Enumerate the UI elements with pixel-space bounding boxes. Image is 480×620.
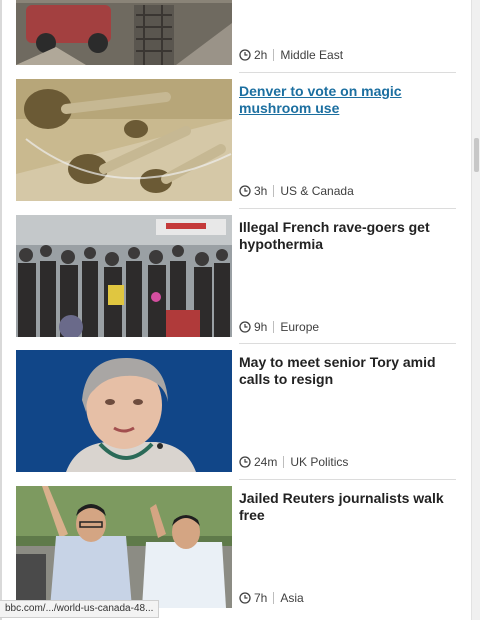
meta-separator [273, 592, 275, 604]
story-meta: 7h Asia [239, 591, 304, 605]
story-thumbnail-rave-crowd[interactable] [16, 215, 232, 337]
story-headline[interactable]: Jailed Reuters journalists walk free [239, 490, 454, 524]
story-thumbnail-rubble[interactable] [16, 0, 232, 65]
scrollbar[interactable] [471, 0, 480, 620]
meta-separator [273, 49, 275, 61]
story-thumbnail-theresa-may[interactable] [16, 350, 232, 472]
story-section[interactable]: Asia [280, 591, 303, 605]
story-meta: 3h US & Canada [239, 184, 354, 198]
story-headline[interactable]: Illegal French rave-goers get hypothermi… [239, 219, 454, 253]
story-headline[interactable]: May to meet senior Tory amid calls to re… [239, 354, 454, 388]
story-meta: 9h Europe [239, 320, 319, 334]
story-divider [239, 479, 456, 480]
story-time: 9h [254, 320, 268, 334]
meta-separator [283, 456, 285, 468]
story-thumbnail-reuters-journalists[interactable] [16, 486, 232, 608]
story-item[interactable]: Denver to vote on magic mushroom use 3h … [16, 79, 456, 201]
story-item[interactable]: 2h Middle East [16, 0, 456, 65]
meta-separator [273, 185, 275, 197]
story-section[interactable]: US & Canada [280, 184, 353, 198]
meta-separator [273, 321, 275, 333]
clock-icon [239, 321, 251, 333]
story-section[interactable]: Middle East [280, 48, 343, 62]
story-item[interactable]: Jailed Reuters journalists walk free 7h … [16, 486, 456, 608]
window-border [0, 0, 2, 620]
story-meta: 2h Middle East [239, 48, 343, 62]
story-divider [239, 208, 456, 209]
story-thumbnail-mushrooms[interactable] [16, 79, 232, 201]
clock-icon [239, 592, 251, 604]
story-section[interactable]: UK Politics [290, 455, 348, 469]
clock-icon [239, 456, 251, 468]
story-time: 3h [254, 184, 268, 198]
story-item[interactable]: Illegal French rave-goers get hypothermi… [16, 215, 456, 337]
story-divider [239, 72, 456, 73]
story-divider [239, 343, 456, 344]
story-time: 2h [254, 48, 268, 62]
clock-icon [239, 185, 251, 197]
story-time: 7h [254, 591, 268, 605]
clock-icon [239, 49, 251, 61]
story-time: 24m [254, 455, 278, 469]
story-item[interactable]: May to meet senior Tory amid calls to re… [16, 350, 456, 472]
story-section[interactable]: Europe [280, 320, 319, 334]
story-meta: 24m UK Politics [239, 455, 348, 469]
scrollbar-thumb[interactable] [474, 138, 479, 172]
browser-status-bar-url: bbc.com/.../world-us-canada-48... [0, 600, 160, 618]
story-headline[interactable]: Denver to vote on magic mushroom use [239, 83, 454, 117]
